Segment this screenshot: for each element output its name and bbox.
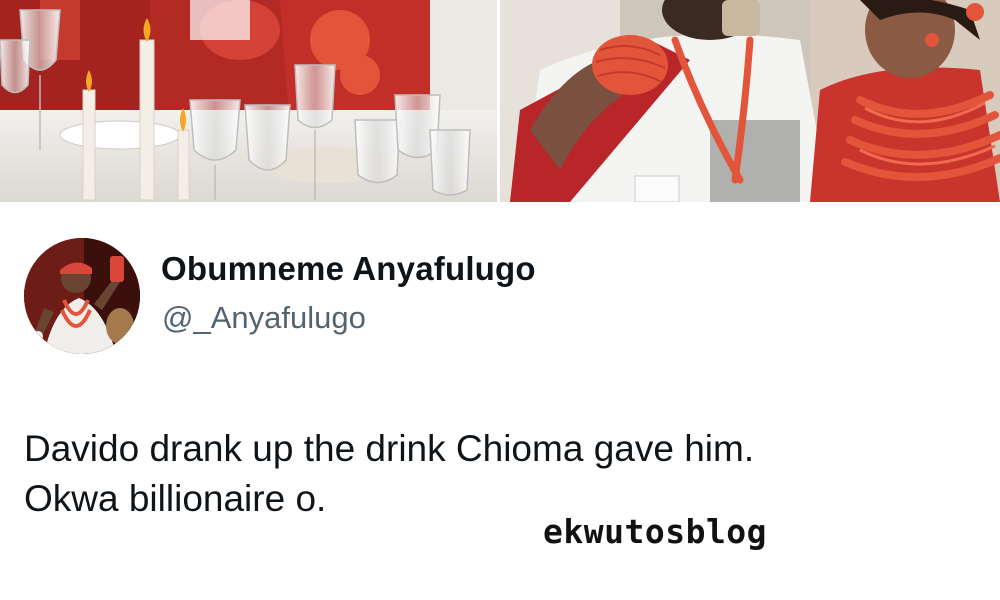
tweet-text: Davido drank up the drink Chioma gave hi…: [24, 424, 974, 524]
avatar-image: [24, 238, 140, 354]
left-photo-image: [0, 0, 497, 202]
tweet-card: Obumneme Anyafulugo @_Anyafulugo Davido …: [0, 202, 1000, 600]
photo-strip: [0, 0, 1000, 202]
user-handle[interactable]: @_Anyafulugo: [162, 300, 366, 336]
right-photo: [500, 0, 1000, 202]
right-photo-image: [500, 0, 1000, 202]
tweet-text-line: Okwa billionaire o.: [24, 478, 327, 519]
left-photo: [0, 0, 497, 202]
tweet-text-line: Davido drank up the drink Chioma gave hi…: [24, 428, 755, 469]
avatar[interactable]: [24, 238, 140, 354]
display-name[interactable]: Obumneme Anyafulugo: [161, 250, 536, 288]
watermark: ekwutosblog: [543, 512, 768, 551]
post-image: Obumneme Anyafulugo @_Anyafulugo Davido …: [0, 0, 1000, 600]
